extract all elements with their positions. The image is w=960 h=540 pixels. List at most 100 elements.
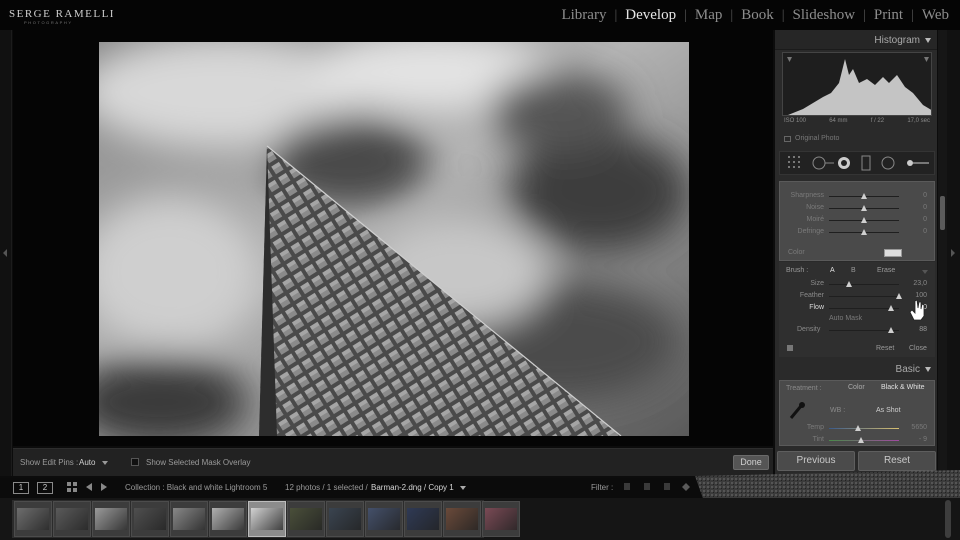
- flow-thumb[interactable]: [887, 305, 894, 311]
- treatment-color-option[interactable]: Color: [848, 384, 865, 391]
- noise-value[interactable]: 0: [903, 204, 927, 211]
- noise-thumb[interactable]: [861, 205, 867, 211]
- thumbnail-image: [56, 508, 88, 530]
- feather-track[interactable]: [829, 296, 899, 297]
- chevron-down-icon[interactable]: [102, 461, 108, 465]
- previous-button[interactable]: Previous: [777, 451, 855, 471]
- flag-icon: [624, 483, 630, 490]
- temp-track[interactable]: [829, 428, 899, 429]
- second-window-button[interactable]: 2: [37, 482, 53, 494]
- chevron-down-icon[interactable]: [460, 486, 466, 490]
- basic-header[interactable]: Basic: [775, 362, 937, 378]
- graduated-filter-icon[interactable]: [860, 155, 872, 171]
- filmstrip-thumbnail[interactable]: [482, 501, 520, 537]
- size-thumb[interactable]: [845, 281, 852, 287]
- brush-collapse-icon[interactable]: [922, 270, 928, 274]
- mask-overlay-label[interactable]: Show Selected Mask Overlay: [146, 458, 251, 467]
- module-map[interactable]: Map: [694, 7, 724, 24]
- original-photo-label[interactable]: Original Photo: [795, 135, 839, 142]
- collapse-triangle-icon[interactable]: [925, 37, 931, 43]
- thumbnail-image: [329, 508, 361, 530]
- filmstrip-thumbnail[interactable]: [53, 501, 91, 537]
- panel-scrollbar[interactable]: [938, 30, 947, 476]
- defringe-value[interactable]: 0: [903, 228, 927, 235]
- grid-view-icon[interactable]: [67, 482, 77, 492]
- collapse-triangle-icon[interactable]: [925, 366, 931, 372]
- module-web[interactable]: Web: [921, 7, 950, 24]
- feather-thumb[interactable]: [896, 293, 902, 299]
- navigate-back-icon[interactable]: [86, 483, 92, 491]
- brush-close-button[interactable]: Close: [909, 345, 927, 352]
- module-print[interactable]: Print: [873, 7, 904, 24]
- filmstrip-thumbnail[interactable]: [92, 501, 130, 537]
- temp-value[interactable]: 5650: [903, 424, 927, 431]
- moire-value[interactable]: 0: [903, 216, 927, 223]
- sharpness-thumb[interactable]: [861, 193, 867, 199]
- filmstrip-thumbnail[interactable]: [248, 501, 286, 537]
- eyedropper-icon[interactable]: [788, 400, 806, 420]
- main-window-button[interactable]: 1: [13, 482, 29, 494]
- density-value[interactable]: 88: [903, 326, 927, 333]
- filmstrip-thumbnail[interactable]: [209, 501, 247, 537]
- building-photo: [99, 42, 689, 436]
- original-photo-icon[interactable]: [784, 136, 791, 142]
- mask-overlay-checkbox[interactable]: [131, 458, 139, 466]
- tint-value[interactable]: - 9: [903, 436, 927, 443]
- spot-removal-icon[interactable]: [811, 155, 835, 171]
- size-track[interactable]: [829, 284, 899, 285]
- size-value[interactable]: 23,0: [903, 280, 927, 287]
- brush-a-toggle[interactable]: A: [830, 267, 835, 274]
- crop-tool-icon[interactable]: [787, 155, 803, 171]
- module-develop[interactable]: Develop: [624, 7, 677, 24]
- current-filename[interactable]: Barman-2.dng / Copy 1: [371, 483, 454, 492]
- wb-select[interactable]: As Shot: [876, 407, 901, 414]
- auto-mask-checkbox[interactable]: Auto Mask: [829, 315, 862, 322]
- left-panel-toggle-icon[interactable]: [3, 249, 7, 257]
- module-library[interactable]: Library: [560, 7, 607, 24]
- filter-flags[interactable]: [620, 481, 690, 493]
- reset-button[interactable]: Reset: [858, 451, 936, 471]
- brush-reset-button[interactable]: Reset: [876, 345, 894, 352]
- adjustment-brush-icon[interactable]: [904, 155, 930, 171]
- photo-preview[interactable]: [99, 42, 689, 436]
- brush-b-toggle[interactable]: B: [851, 267, 856, 274]
- filmstrip-thumbnail[interactable]: [170, 501, 208, 537]
- tint-thumb[interactable]: [858, 437, 865, 443]
- brush-erase-toggle[interactable]: Erase: [877, 267, 895, 274]
- filmstrip-thumbnail[interactable]: [443, 501, 481, 537]
- histogram-header[interactable]: Histogram: [775, 30, 937, 50]
- thumbnail-image: [17, 508, 49, 530]
- sharpness-value[interactable]: 0: [903, 192, 927, 199]
- color-swatch[interactable]: [884, 249, 902, 257]
- red-eye-icon[interactable]: [836, 155, 852, 171]
- filmstrip-thumbnail[interactable]: [404, 501, 442, 537]
- density-thumb[interactable]: [887, 327, 894, 333]
- filmstrip-thumbnail[interactable]: [287, 501, 325, 537]
- radial-filter-icon[interactable]: [880, 155, 896, 171]
- right-panel-toggle-icon[interactable]: [951, 249, 955, 257]
- filmstrip-thumbnail[interactable]: [14, 501, 52, 537]
- moire-thumb[interactable]: [861, 217, 867, 223]
- collection-source[interactable]: Collection : Black and white Lightroom 5: [125, 483, 267, 492]
- temp-thumb[interactable]: [855, 425, 862, 431]
- module-picker: Library | Develop | Map | Book | Slideshow | Print…: [560, 7, 950, 24]
- histogram[interactable]: [782, 52, 932, 116]
- module-slideshow[interactable]: Slideshow: [792, 7, 857, 24]
- module-book[interactable]: Book: [740, 7, 775, 24]
- navigate-forward-icon[interactable]: [101, 483, 107, 491]
- defringe-thumb[interactable]: [861, 229, 867, 235]
- done-button[interactable]: Done: [733, 455, 769, 470]
- sharpness-label: Sharpness: [790, 192, 824, 199]
- filmstrip-thumbnail[interactable]: [131, 501, 169, 537]
- module-separator: |: [911, 7, 914, 23]
- filmstrip-scrollbar[interactable]: [945, 500, 951, 538]
- panel-switch-icon[interactable]: [786, 344, 794, 352]
- show-edit-pins-select[interactable]: Auto: [79, 458, 95, 467]
- filmstrip-thumbnail[interactable]: [365, 501, 403, 537]
- filmstrip-thumbnail[interactable]: [326, 501, 364, 537]
- treatment-bw-option[interactable]: Black & White: [881, 384, 925, 391]
- noise-label: Noise: [806, 204, 824, 211]
- density-label: Density: [797, 326, 821, 333]
- panel-scroll-thumb[interactable]: [940, 196, 945, 230]
- histogram-graph: [787, 57, 931, 115]
